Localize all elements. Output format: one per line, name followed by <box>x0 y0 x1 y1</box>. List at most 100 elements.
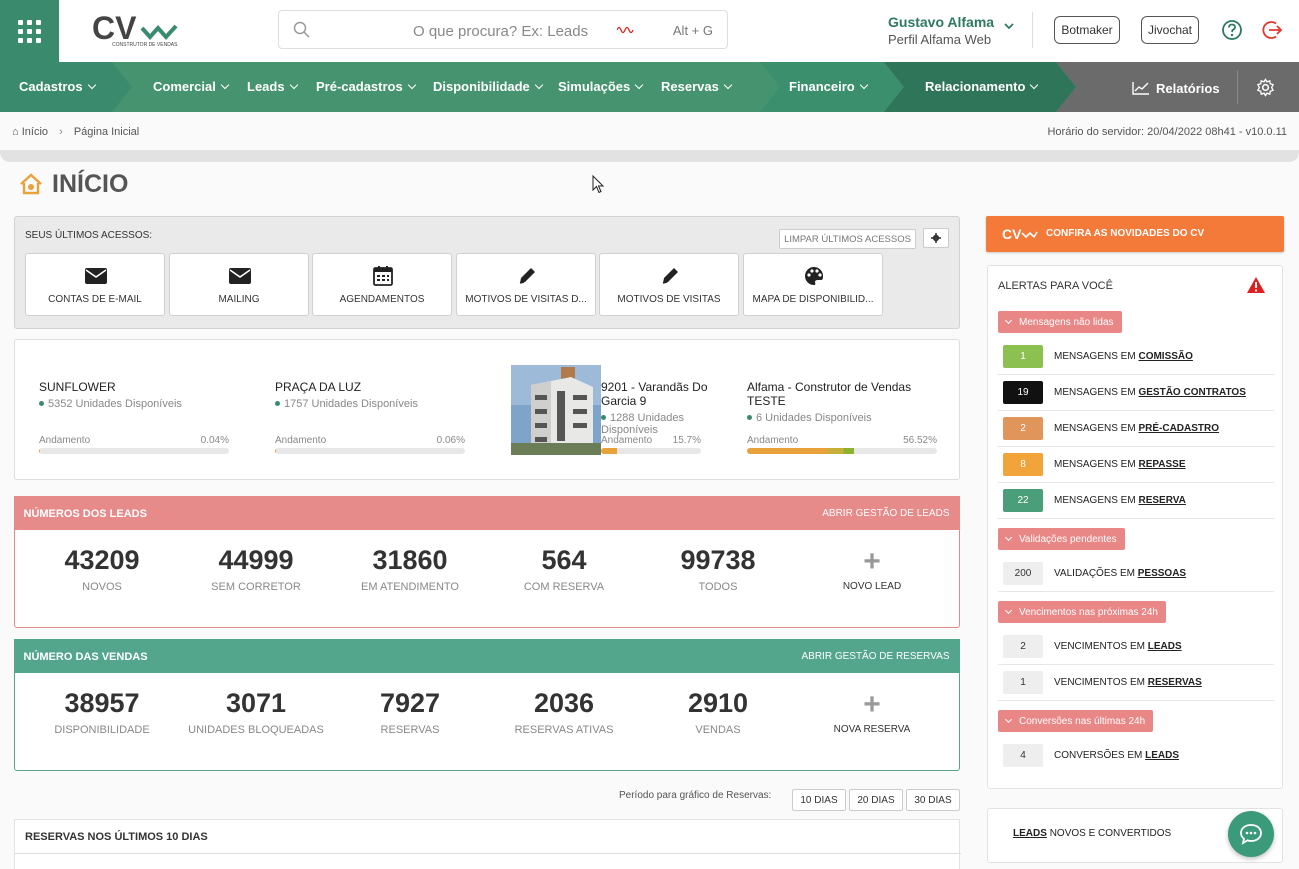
alert-text: MENSAGENS EM RESERVA <box>1054 495 1186 506</box>
jivochat-button[interactable]: Jivochat <box>1141 16 1199 44</box>
alert-link[interactable]: GESTÃO CONTRATOS <box>1138 387 1245 398</box>
open-leads-link[interactable]: ABRIR GESTÃO DE LEADS <box>822 508 949 519</box>
chevron-down-icon <box>1004 715 1013 723</box>
alerts-section-validacoes[interactable]: Validações pendentes <box>998 528 1125 550</box>
nav-leads[interactable]: Leads <box>247 79 298 94</box>
progress-value: 0.04% <box>200 435 229 446</box>
alerts-panel: ALERTAS PARA VOCÊ Mensagens não lidas 1M… <box>987 265 1283 789</box>
nav-relacionamento[interactable]: Relacionamento <box>925 79 1039 94</box>
leads-link[interactable]: LEADS <box>1013 828 1047 839</box>
sales-stat-reservas[interactable]: 7927 RESERVAS <box>325 688 495 736</box>
clear-last-access-button[interactable]: LIMPAR ÚLTIMOS ACESSOS <box>779 229 916 249</box>
alert-row[interactable]: 2 VENCIMENTOS EM LEADS <box>998 629 1274 665</box>
nav-cadastros[interactable]: Cadastros <box>19 79 96 94</box>
leads-stat-novos[interactable]: 43209 NOVOS <box>17 545 187 593</box>
sales-stats-header: NÚMERO DAS VENDAS ABRIR GESTÃO DE RESERV… <box>13 638 960 673</box>
search-input[interactable]: O que procura? Ex: Leads <box>413 23 588 40</box>
stat-value: 99738 <box>680 545 756 575</box>
alert-row[interactable]: 200 VALIDAÇÕES EM PESSOAS <box>998 556 1274 592</box>
access-tile-label: MOTIVOS DE VISITAS <box>617 294 721 305</box>
apps-menu-button[interactable] <box>0 0 59 62</box>
alert-row[interactable]: 8 MENSAGENS EM REPASSE <box>998 447 1274 483</box>
alert-link[interactable]: LEADS <box>1145 750 1179 761</box>
divider <box>15 853 961 854</box>
logout-icon[interactable] <box>1262 19 1284 41</box>
alerts-section-conversoes[interactable]: Conversões nas últimas 24h <box>998 710 1154 732</box>
alert-row[interactable]: 4 CONVERSÕES EM LEADS <box>998 738 1274 774</box>
gear-icon[interactable] <box>1256 78 1275 97</box>
line-chart-icon <box>1132 82 1149 95</box>
nav-relatorios[interactable]: Relatórios <box>1132 79 1220 96</box>
cv-logo[interactable]: CV CONSTRUTOR DE VENDAS <box>92 10 192 52</box>
breadcrumb-home[interactable]: Início <box>22 126 48 138</box>
nav-simulacoes[interactable]: Simulações <box>558 79 644 94</box>
chevron-down-icon[interactable] <box>1003 22 1015 32</box>
project-card-praca-da-luz[interactable]: PRAÇA DA LUZ 1757 Unidades Disponíveis <box>275 380 475 410</box>
alert-link[interactable]: LEADS <box>1148 641 1182 652</box>
alert-link[interactable]: REPASSE <box>1138 459 1185 470</box>
alert-row[interactable]: 1 MENSAGENS EM COMISSÃO <box>998 339 1274 375</box>
access-tile-motivos-visitas-d[interactable]: MOTIVOS DE VISITAS D... <box>456 253 596 316</box>
sales-stat-unidades-bloqueadas[interactable]: 3071 UNIDADES BLOQUEADAS <box>171 688 341 736</box>
alerts-section-mensagens[interactable]: Mensagens não lidas <box>998 311 1122 333</box>
nav-comercial[interactable]: Comercial <box>153 79 230 94</box>
period-30-days-button[interactable]: 30 DIAS <box>906 789 960 811</box>
new-lead-button[interactable]: + NOVO LEAD <box>817 547 927 593</box>
period-10-days-button[interactable]: 10 DIAS <box>792 789 846 811</box>
progress-fill <box>747 448 855 454</box>
access-tile-motivos-visitas[interactable]: MOTIVOS DE VISITAS <box>599 253 739 316</box>
alert-row[interactable]: 22 MENSAGENS EM RESERVA <box>998 483 1274 519</box>
section-title: Conversões nas últimas 24h <box>1019 715 1146 727</box>
section-title: Vencimentos nas próximas 24h <box>1019 606 1158 618</box>
alert-text: MENSAGENS EM PRÉ-CADASTRO <box>1054 423 1220 434</box>
last-access-settings-button[interactable] <box>923 228 949 248</box>
alert-link[interactable]: COMISSÃO <box>1138 351 1192 362</box>
nav-disponibilidade[interactable]: Disponibilidade <box>433 79 544 94</box>
project-name: Alfama - Construtor de Vendas TESTE <box>747 380 912 408</box>
project-card-9201[interactable]: 9201 - Varandãs Do Garcia 9 1288 Unidade… <box>601 380 711 436</box>
leads-stat-sem-corretor[interactable]: 44999 SEM CORRETOR <box>171 545 341 593</box>
open-reservations-link[interactable]: ABRIR GESTÃO DE RESERVAS <box>801 651 949 662</box>
botmaker-button[interactable]: Botmaker <box>1054 16 1120 44</box>
access-tile-agendamentos[interactable]: AGENDAMENTOS <box>312 253 452 316</box>
chevron-down-icon <box>635 80 644 90</box>
alert-row[interactable]: 1 VENCIMENTOS EM RESERVAS <box>998 665 1274 701</box>
user-menu[interactable]: Gustavo Alfama Perfil Alfama Web <box>888 14 994 47</box>
project-card-sunflower[interactable]: SUNFLOWER 5352 Unidades Disponíveis <box>39 380 239 410</box>
nav-financeiro[interactable]: Financeiro <box>789 79 868 94</box>
new-reservation-button[interactable]: + NOVA RESERVA <box>817 690 927 736</box>
progress-label: Andamento <box>747 435 799 446</box>
period-label: Período para gráfico de Reservas: <box>619 790 772 801</box>
alert-link[interactable]: PRÉ-CADASTRO <box>1138 423 1219 434</box>
alert-link[interactable]: PESSOAS <box>1138 568 1186 579</box>
alerts-section-vencimentos[interactable]: Vencimentos nas próximas 24h <box>998 601 1166 623</box>
chevron-down-icon <box>87 80 96 90</box>
sales-stat-reservas-ativas[interactable]: 2036 RESERVAS ATIVAS <box>479 688 649 736</box>
stat-label: VENDAS <box>695 724 741 736</box>
leads-stat-todos[interactable]: 99738 TODOS <box>633 545 803 593</box>
progress-label: Andamento <box>601 435 653 446</box>
sales-stat-vendas[interactable]: 2910 VENDAS <box>633 688 803 736</box>
help-icon[interactable] <box>1221 19 1243 41</box>
alert-link[interactable]: RESERVAS <box>1148 677 1202 688</box>
access-tile-contas-email[interactable]: CONTAS DE E-MAIL <box>25 253 165 316</box>
access-tile-mapa-disponibilidade[interactable]: MAPA DE DISPONIBILID... <box>743 253 883 316</box>
global-search[interactable]: O que procura? Ex: Leads Alt + G <box>278 10 728 49</box>
leads-stat-em-atendimento[interactable]: 31860 EM ATENDIMENTO <box>325 545 495 593</box>
nav-reservas[interactable]: Reservas <box>661 79 733 94</box>
access-tile-mailing[interactable]: MAILING <box>169 253 309 316</box>
sales-stats-title: NÚMERO DAS VENDAS <box>23 650 148 663</box>
breadcrumb-shadow <box>0 150 1299 162</box>
alert-row[interactable]: 19 MENSAGENS EM GESTÃO CONTRATOS <box>998 375 1274 411</box>
chat-button[interactable] <box>1228 811 1274 857</box>
project-card-alfama[interactable]: Alfama - Construtor de Vendas TESTE 6 Un… <box>747 380 942 424</box>
leads-stat-com-reserva[interactable]: 564 COM RESERVA <box>479 545 649 593</box>
alert-text: VALIDAÇÕES EM PESSOAS <box>1054 568 1187 579</box>
stat-value: 44999 <box>218 545 294 575</box>
sales-stat-disponibilidade[interactable]: 38957 DISPONIBILIDADE <box>17 688 187 736</box>
alert-link[interactable]: RESERVA <box>1138 495 1185 506</box>
news-banner-button[interactable]: CV CONFIRA AS NOVIDADES DO CV <box>986 216 1284 252</box>
period-20-days-button[interactable]: 20 DIAS <box>849 789 903 811</box>
alert-row[interactable]: 2 MENSAGENS EM PRÉ-CADASTRO <box>998 411 1274 447</box>
nav-pre-cadastros[interactable]: Pré-cadastros <box>316 79 416 94</box>
